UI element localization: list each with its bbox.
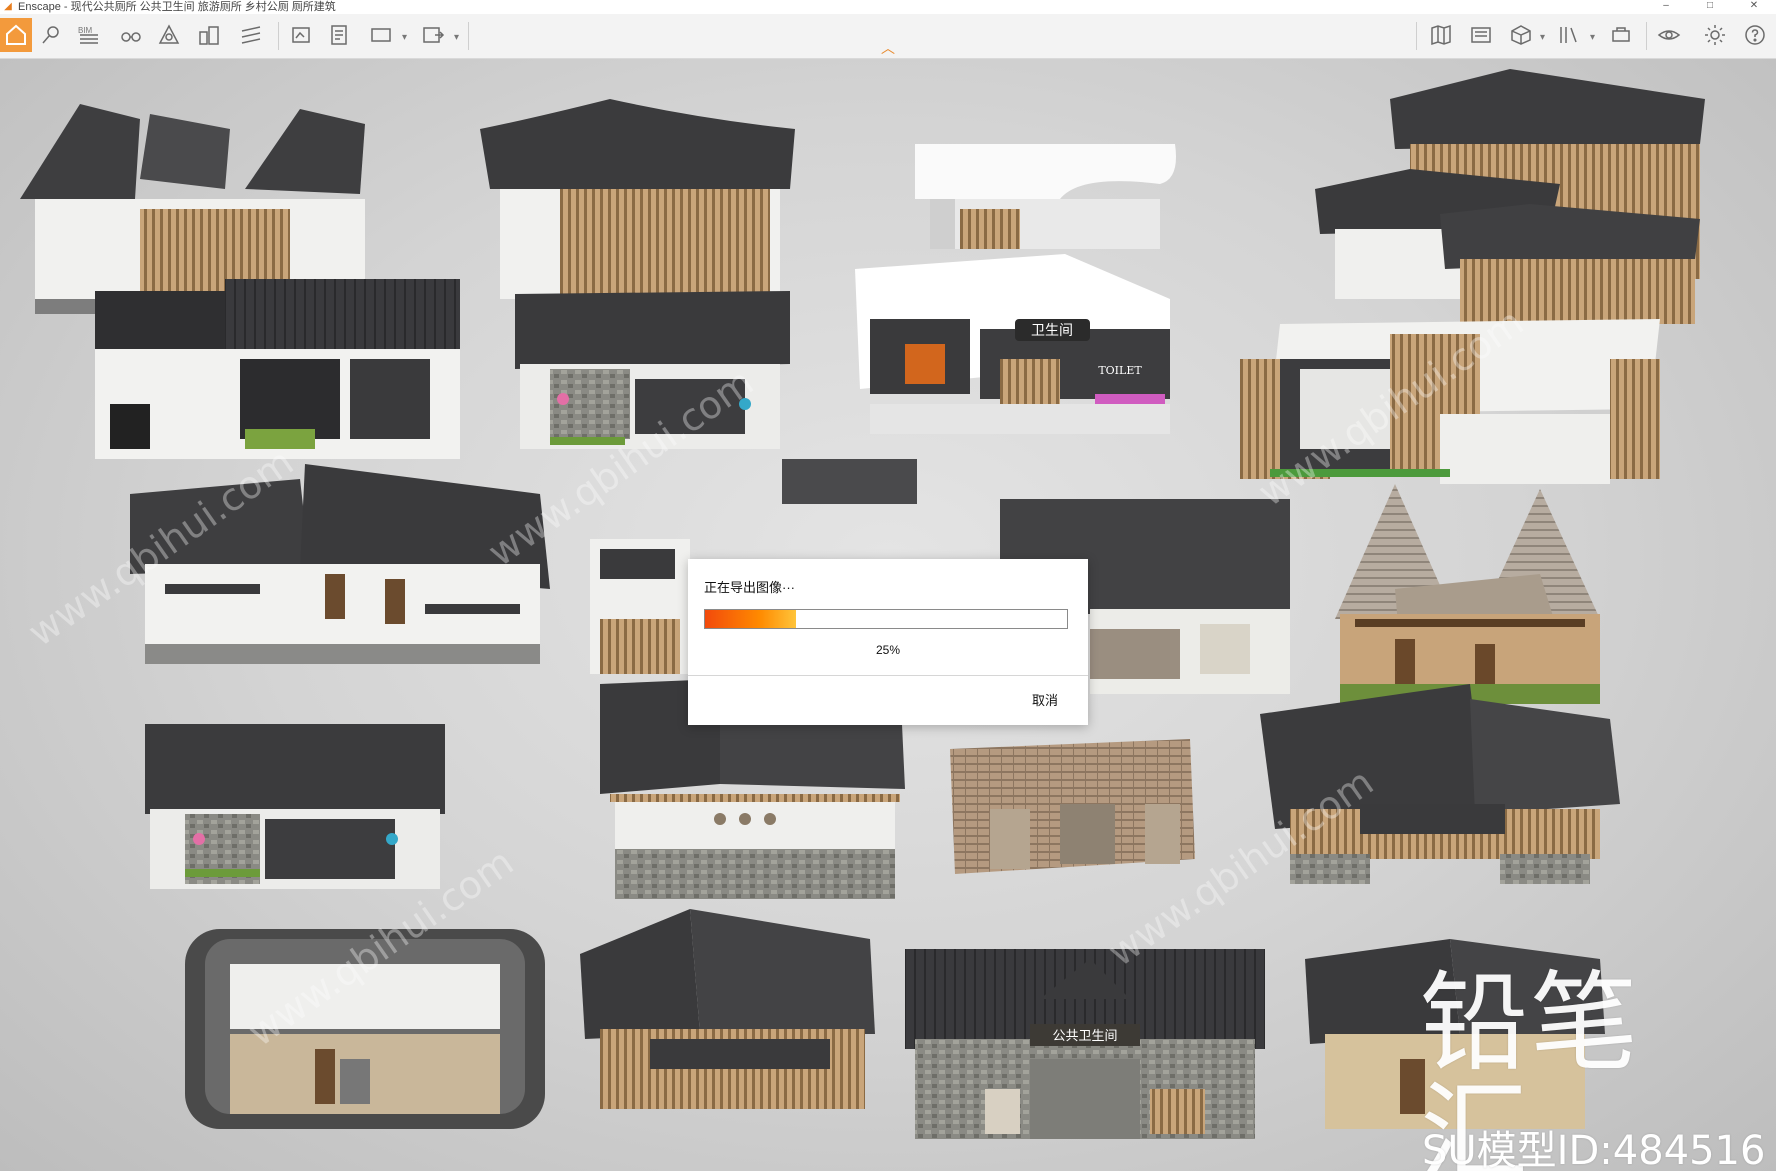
binoculars-icon: [121, 32, 141, 42]
export-progress-dialog: 正在导出图像··· 25% 取消: [688, 559, 1088, 725]
settings-button[interactable]: [1700, 20, 1730, 50]
toolbar-divider: [278, 22, 279, 50]
bim-list-icon: [80, 34, 98, 44]
model-3: [915, 144, 1176, 249]
settings-panel-icon: [1471, 27, 1491, 43]
close-button[interactable]: ✕: [1732, 0, 1776, 14]
model-15: [950, 739, 1195, 874]
model-19: 公共卫生间: [905, 949, 1265, 1139]
pin-button[interactable]: [36, 20, 66, 50]
asset-icon: [1612, 27, 1630, 42]
window-controls: – □ ✕: [1644, 0, 1776, 14]
books-button[interactable]: [1554, 20, 1584, 50]
panorama-button[interactable]: [366, 20, 396, 50]
model-16: [1260, 684, 1620, 884]
toilet-sign: TOILET: [1098, 364, 1142, 377]
model-7: 卫生间 TOILET: [855, 254, 1170, 434]
model-18: [580, 909, 875, 1109]
model-12: [1335, 484, 1600, 704]
panorama-dropdown-caret-icon[interactable]: ▾: [402, 32, 407, 43]
toolbar-divider: [1416, 22, 1417, 50]
model-2: [480, 99, 795, 299]
home-icon: [6, 24, 26, 45]
view-button[interactable]: [1654, 20, 1684, 50]
batch-render-icon: [331, 25, 347, 45]
pin-icon: [42, 26, 59, 44]
window-title: Enscape - 现代公共厕所 公共卫生间 旅游厕所 乡村公厕 厕所建筑: [18, 1, 336, 13]
home-button[interactable]: [0, 18, 32, 52]
toolbar-divider: [1646, 22, 1647, 50]
settings-panel-button[interactable]: [1466, 20, 1496, 50]
toolbar: BIM ▾ ▾ ︿ ▾ ▾: [0, 14, 1776, 59]
model-9: [130, 464, 550, 664]
clipping-icon: [158, 24, 180, 44]
export-progress-bar: [704, 609, 1068, 629]
watermark-model-id: SU模型ID:484516: [1422, 1128, 1766, 1171]
progress-fill: [705, 610, 796, 628]
cube-icon: [1511, 25, 1531, 45]
view-icon: [1657, 30, 1681, 40]
render-viewport[interactable]: 卫生间 TOILET 公共卫生间 www.qbihui.com www.qbih…: [0, 59, 1776, 1171]
maximize-button[interactable]: □: [1688, 0, 1732, 14]
binoculars-button[interactable]: [116, 20, 146, 50]
cancel-button[interactable]: 取消: [1032, 690, 1058, 709]
dialog-title: 正在导出图像···: [704, 580, 795, 595]
export-exe-icon: [423, 27, 445, 43]
model-4: [1315, 69, 1705, 324]
public-toilet-sign: 公共卫生间: [1052, 1029, 1117, 1044]
batch-render-button[interactable]: [324, 20, 354, 50]
enscape-logo-icon: ◢: [4, 1, 12, 12]
asset-button[interactable]: [1606, 20, 1636, 50]
screenshot-button[interactable]: [286, 20, 316, 50]
help-icon: [1745, 25, 1765, 45]
buildings-icon: [199, 26, 219, 45]
export-exe-button[interactable]: [418, 20, 448, 50]
toolbar-divider: [468, 22, 469, 50]
cube-button[interactable]: [1506, 20, 1536, 50]
map-icon: [1431, 24, 1451, 46]
books-icon: [1560, 27, 1577, 43]
books-dropdown-caret-icon[interactable]: ▾: [1590, 32, 1595, 43]
clipping-button[interactable]: [154, 20, 184, 50]
map-button[interactable]: [1426, 20, 1456, 50]
grid-icon: [241, 26, 261, 44]
wc-sign: 卫生间: [1031, 323, 1073, 339]
cube-dropdown-caret-icon[interactable]: ▾: [1540, 32, 1545, 43]
export-dropdown-caret-icon[interactable]: ▾: [454, 32, 459, 43]
progress-percent-label: 25%: [875, 643, 901, 657]
bim-button[interactable]: [74, 20, 104, 50]
title-bar: ◢ Enscape - 现代公共厕所 公共卫生间 旅游厕所 乡村公厕 厕所建筑 …: [0, 0, 1776, 14]
minimize-button[interactable]: –: [1644, 0, 1688, 14]
buildings-button[interactable]: [194, 20, 224, 50]
screenshot-icon: [292, 27, 310, 43]
panorama-360-icon: [371, 28, 391, 42]
model-5: [95, 279, 460, 459]
gear-icon: [1705, 25, 1725, 45]
model-13: [145, 724, 445, 889]
chevron-up-icon[interactable]: ︿: [880, 41, 896, 55]
help-button[interactable]: [1740, 20, 1770, 50]
dialog-divider: [688, 675, 1088, 676]
grid-button[interactable]: [236, 20, 266, 50]
